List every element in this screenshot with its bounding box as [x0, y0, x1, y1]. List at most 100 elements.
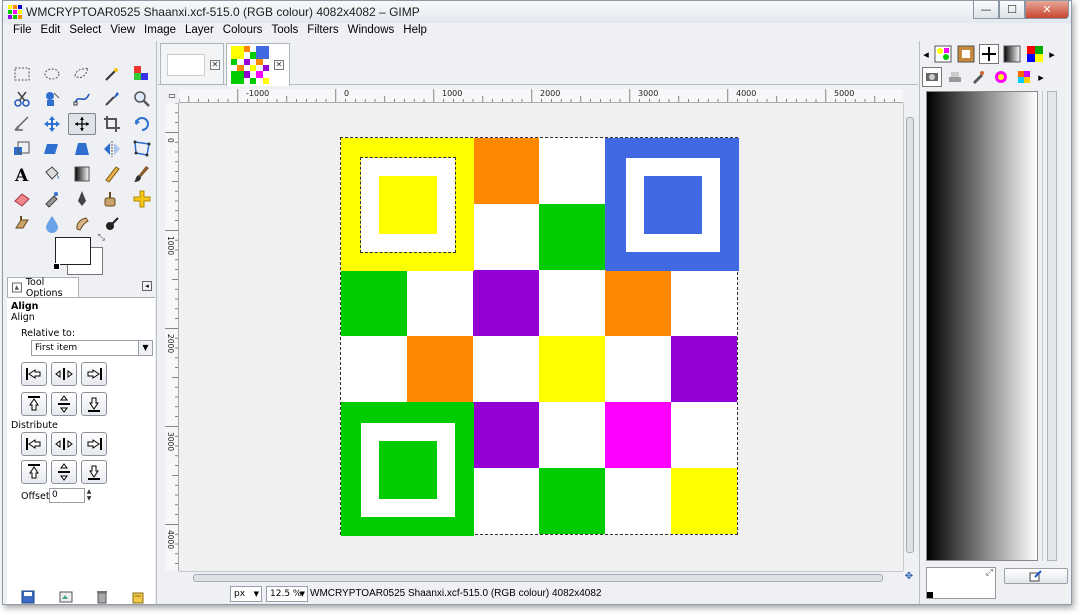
align-middle-button[interactable] — [51, 392, 77, 416]
canvas[interactable] — [179, 103, 903, 571]
ink-tool-button[interactable] — [71, 188, 93, 210]
patterns-icon[interactable] — [956, 44, 976, 64]
distribute-left-button[interactable] — [21, 432, 47, 456]
brushes-icon[interactable] — [933, 44, 953, 64]
close-icon[interactable]: ✕ — [210, 60, 220, 70]
distribute-top-button[interactable] — [21, 460, 47, 484]
rotate-tool-button[interactable] — [131, 113, 153, 135]
distribute-center-button[interactable] — [51, 432, 77, 456]
menu-view[interactable]: View — [110, 24, 135, 41]
tab-menu-icon[interactable]: ▸ — [1037, 67, 1045, 87]
scrollbar-thumb[interactable] — [193, 574, 883, 582]
dodge-burn-tool-button[interactable] — [101, 213, 123, 235]
ellipse-select-tool-button[interactable] — [41, 63, 63, 85]
cage-tool-button[interactable] — [131, 138, 153, 160]
scissors-tool-button[interactable] — [11, 88, 33, 110]
gradients-icon[interactable] — [1002, 44, 1022, 64]
tab-tool-options[interactable]: Tool Options — [7, 277, 79, 299]
scrollbar-thumb[interactable] — [906, 117, 914, 553]
flip-tool-button[interactable] — [101, 138, 123, 160]
blend-tool-button[interactable] — [71, 163, 93, 185]
airbrush-tool-button[interactable] — [41, 188, 63, 210]
navigate-icon[interactable]: ✥ — [903, 571, 915, 583]
vertical-scrollbar[interactable] — [903, 103, 915, 571]
palette-editor-icon[interactable] — [1014, 67, 1034, 87]
minimize-button[interactable]: — — [973, 1, 999, 19]
image-tab-blank[interactable]: ✕ — [160, 43, 224, 85]
fg-bg-colors[interactable]: ⤡ — [53, 233, 105, 277]
text-tool-button[interactable]: A — [11, 163, 33, 185]
device-status-icon[interactable] — [945, 67, 965, 87]
unit-select[interactable]: px ▼ — [230, 586, 262, 602]
dock-scrollbar[interactable] — [1042, 91, 1060, 561]
measure-tool-button[interactable] — [11, 113, 33, 135]
menu-select[interactable]: Select — [69, 24, 101, 41]
colour-icon[interactable] — [991, 67, 1011, 87]
checker-image[interactable] — [340, 137, 739, 536]
align-left-button[interactable] — [21, 362, 47, 386]
tool-options-icon[interactable] — [922, 67, 942, 87]
dock-preview-field[interactable]: ⤢ — [926, 567, 996, 599]
rect-select-tool-button[interactable] — [11, 63, 33, 85]
distribute-right-button[interactable] — [81, 432, 107, 456]
menu-layer[interactable]: Layer — [185, 24, 214, 41]
color-picker-tool-button[interactable] — [101, 88, 123, 110]
gradient-preview[interactable] — [926, 91, 1038, 561]
save-options-icon[interactable] — [21, 590, 35, 604]
paintbrush-tool-button[interactable] — [131, 163, 153, 185]
perspective-clone-tool-button[interactable] — [11, 213, 33, 235]
palettes-icon[interactable] — [1025, 44, 1045, 64]
bucket-fill-tool-button[interactable] — [41, 163, 63, 185]
align-right-button[interactable] — [81, 362, 107, 386]
menu-edit[interactable]: Edit — [41, 24, 61, 41]
menu-colours[interactable]: Colours — [223, 24, 263, 41]
fuzzy-select-tool-button[interactable] — [101, 63, 123, 85]
distribute-middle-button[interactable] — [51, 460, 77, 484]
menu-windows[interactable]: Windows — [348, 24, 395, 41]
ruler-corner-icon[interactable]: ▭ — [165, 89, 179, 103]
reset-options-icon[interactable] — [131, 590, 145, 604]
edit-button[interactable] — [1004, 568, 1068, 584]
foreground-select-tool-button[interactable] — [41, 88, 63, 110]
distribute-bottom-button[interactable] — [81, 460, 107, 484]
chevron-right-icon[interactable]: ▸ — [1048, 44, 1056, 64]
default-colors-icon[interactable] — [53, 263, 60, 270]
menu-help[interactable]: Help — [403, 24, 427, 41]
align-center-button[interactable] — [51, 362, 77, 386]
swap-colors-icon[interactable]: ⤡ — [98, 233, 105, 243]
clone-tool-button[interactable] — [101, 188, 123, 210]
perspective-tool-button[interactable] — [71, 138, 93, 160]
tab-menu-icon[interactable]: ◂ — [142, 281, 152, 291]
delete-options-icon[interactable] — [95, 590, 109, 604]
blur-tool-button[interactable] — [41, 213, 63, 235]
restore-options-icon[interactable] — [59, 590, 73, 604]
pencil-tool-button[interactable] — [101, 163, 123, 185]
image-tab-checker[interactable]: ✕ — [226, 43, 290, 86]
eraser-tool-button[interactable] — [11, 188, 33, 210]
menu-tools[interactable]: Tools — [271, 24, 298, 41]
horizontal-scrollbar[interactable] — [179, 571, 903, 583]
chevron-left-icon[interactable]: ◂ — [922, 44, 930, 64]
heal-tool-button[interactable] — [131, 188, 153, 210]
close-icon[interactable]: ✕ — [274, 60, 284, 70]
maximize-button[interactable]: ☐ — [999, 1, 1025, 19]
scrollbar-thumb[interactable] — [1047, 91, 1057, 561]
paths-tool-button[interactable] — [71, 88, 93, 110]
zoom-select[interactable]: 12.5 % ▼ — [266, 586, 308, 602]
menu-filters[interactable]: Filters — [307, 24, 338, 41]
menu-file[interactable]: File — [13, 24, 32, 41]
crop-tool-button[interactable] — [101, 113, 123, 135]
fonts-icon[interactable] — [979, 44, 999, 64]
menu-image[interactable]: Image — [144, 24, 176, 41]
zoom-tool-button[interactable] — [131, 88, 153, 110]
offset-field[interactable]: 0 — [49, 488, 85, 503]
paint-icon[interactable] — [968, 67, 988, 87]
select-by-color-tool-button[interactable] — [131, 63, 153, 85]
shear-tool-button[interactable] — [41, 138, 63, 160]
free-select-tool-button[interactable] — [71, 63, 93, 85]
foreground-color-swatch[interactable] — [55, 237, 91, 265]
align-tool-button[interactable] — [68, 113, 96, 135]
move-tool-button[interactable] — [41, 113, 63, 135]
offset-spinner[interactable]: ▲ ▼ — [85, 488, 93, 503]
relative-to-select[interactable]: First item ▼ — [31, 340, 153, 356]
